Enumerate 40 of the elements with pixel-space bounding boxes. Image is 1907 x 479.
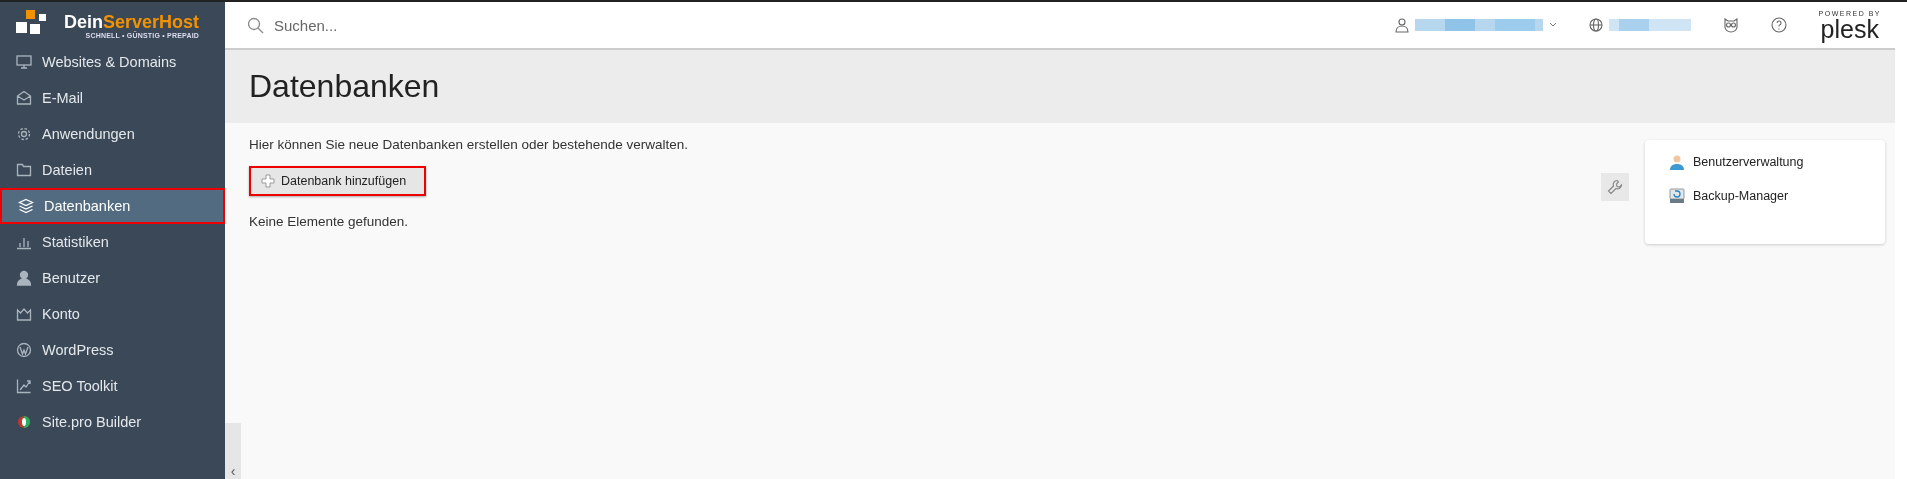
envelope-icon <box>16 90 32 106</box>
empty-message: Keine Elemente gefunden. <box>249 214 410 229</box>
plus-icon <box>261 174 275 188</box>
sidebar-item[interactable]: Anwendungen <box>0 116 225 152</box>
globe-icon <box>1588 18 1603 32</box>
side-panel-link[interactable]: Backup-Manager <box>1669 188 1885 204</box>
folder-icon <box>16 162 32 178</box>
trend-chart-icon <box>16 378 32 394</box>
sidebar-item[interactable]: Datenbanken <box>0 188 225 224</box>
crown-icon <box>16 306 32 322</box>
monitor-icon <box>16 54 32 70</box>
owl-icon <box>1722 17 1739 33</box>
page-title: Datenbanken <box>249 68 440 105</box>
plesk-logo: plesk <box>1820 16 1879 41</box>
circle-logo-icon <box>16 414 32 430</box>
user-icon <box>1394 17 1409 33</box>
hard-drive-icon <box>1669 188 1685 204</box>
help-icon[interactable] <box>1770 17 1787 33</box>
collapse-sidebar-button[interactable]: ‹ <box>225 423 241 479</box>
sidebar-item[interactable]: Statistiken <box>0 224 225 260</box>
sidebar-item[interactable]: E-Mail <box>0 80 225 116</box>
sidebar-item[interactable]: Benutzer <box>0 260 225 296</box>
user-icon <box>1669 154 1685 170</box>
sidebar-item[interactable]: Websites & Domains <box>0 44 225 80</box>
description-text: Hier können Sie neue Datenbanken erstellen oder bestehende verwalten. <box>249 137 690 152</box>
sidebar-item[interactable]: WordPress <box>0 332 225 368</box>
caret-icon <box>1548 22 1557 28</box>
add-database-button[interactable]: Datenbank hinzufügen <box>249 166 427 196</box>
wordpress-icon <box>16 342 32 358</box>
sidebar-item[interactable]: SEO Toolkit <box>0 368 225 404</box>
sidebar-item[interactable]: Konto <box>0 296 225 332</box>
user-icon <box>16 270 32 286</box>
layers-icon <box>18 198 34 214</box>
sidebar-item[interactable]: Site.pro Builder <box>0 404 225 440</box>
search-icon <box>247 16 264 34</box>
sidebar-item[interactable]: Dateien <box>0 152 225 188</box>
side-panel-link[interactable]: Benutzerverwaltung <box>1669 154 1885 170</box>
logo-text: DeinServerHost <box>64 11 200 32</box>
wrench-icon <box>1607 179 1623 195</box>
gear-icon <box>16 126 32 142</box>
